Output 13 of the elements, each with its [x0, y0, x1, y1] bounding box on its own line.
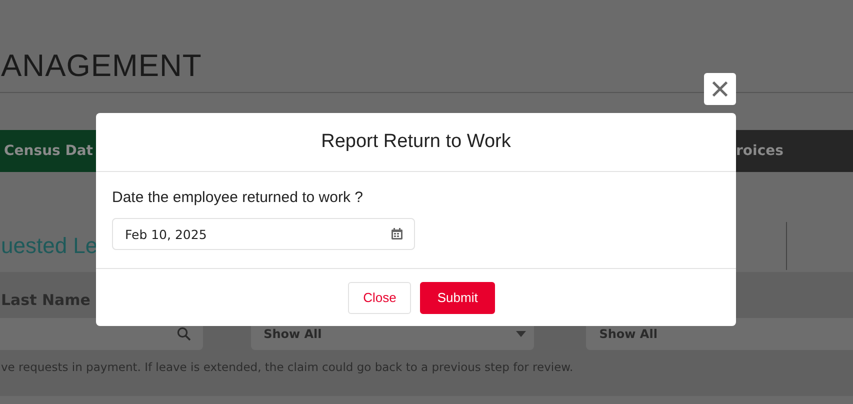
date-field[interactable]: Feb 10, 2025: [112, 218, 415, 250]
close-button[interactable]: [704, 73, 736, 105]
search-icon: [176, 327, 191, 341]
calendar-icon: [391, 228, 403, 240]
close-icon: [711, 80, 729, 98]
submit-button[interactable]: Submit: [420, 282, 495, 314]
caret-icon: [516, 331, 526, 337]
close-button[interactable]: Close: [348, 282, 412, 314]
question-label: Date the employee returned to work ?: [112, 189, 364, 206]
nav-tab[interactable]: roices: [736, 130, 853, 172]
dialog-title: Report Return to Work: [321, 131, 511, 153]
section-title: uested Le: [1, 233, 98, 259]
page-heading: ANAGEMENT: [1, 48, 202, 84]
